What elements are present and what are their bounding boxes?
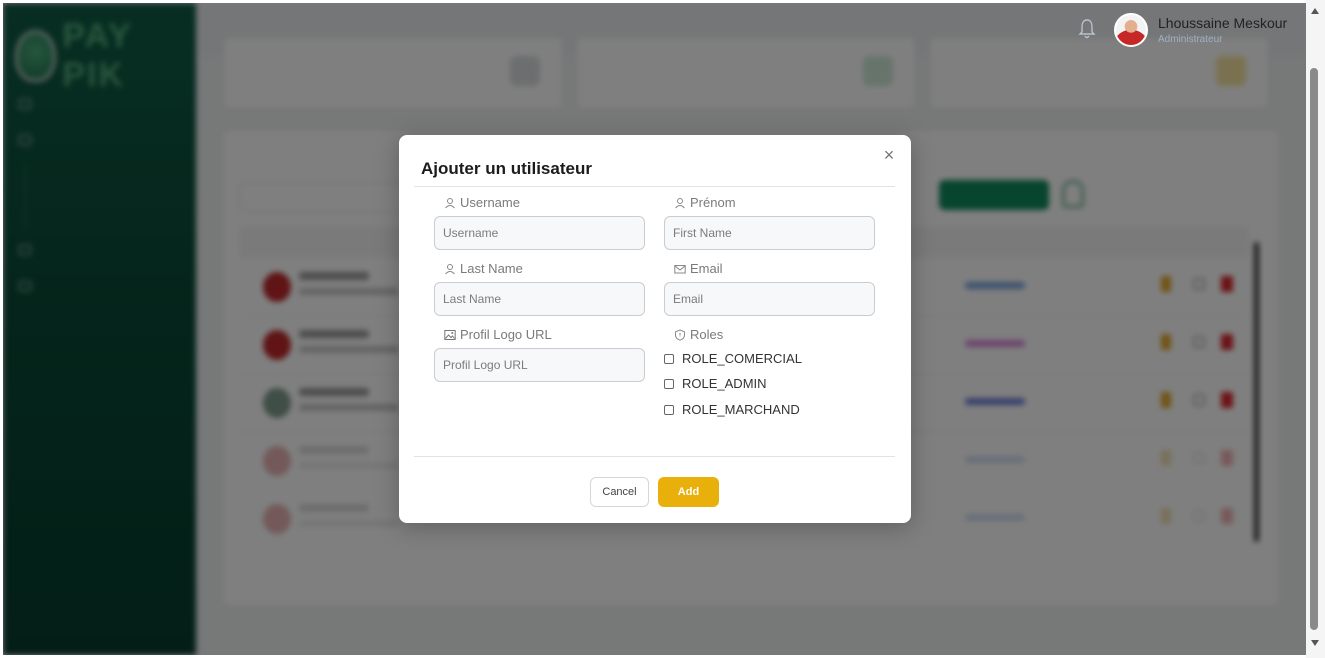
username-label-text: Username	[460, 195, 520, 210]
add-button[interactable]: Add	[658, 477, 719, 507]
prenom-label: Prénom	[674, 195, 736, 210]
scroll-up-arrow-icon[interactable]	[1311, 8, 1319, 14]
profil-logo-url-label-text: Profil Logo URL	[460, 327, 552, 342]
divider	[414, 186, 895, 187]
app-window: PAY PIK	[3, 3, 1306, 655]
user-icon	[445, 197, 455, 208]
user-role: Administrateur	[1158, 34, 1223, 45]
first-name-input[interactable]	[664, 216, 875, 250]
scroll-down-arrow-icon[interactable]	[1311, 640, 1319, 646]
role-option-marchand[interactable]: ROLE_MARCHAND	[664, 402, 800, 417]
add-user-modal: Ajouter un utilisateur × Username Prénom…	[399, 135, 911, 523]
role-comercial-checkbox[interactable]	[664, 353, 674, 364]
role-marchand-checkbox[interactable]	[664, 404, 674, 415]
cancel-button[interactable]: Cancel	[590, 477, 649, 507]
scrollbar-thumb[interactable]	[1310, 68, 1318, 630]
header: Lhoussaine Meskour Administrateur	[196, 3, 1306, 55]
user-icon	[675, 197, 685, 208]
roles-label: Roles	[674, 327, 723, 342]
username-label: Username	[444, 195, 520, 210]
email-label-text: Email	[690, 261, 723, 276]
envelope-icon	[674, 264, 686, 273]
role-marchand-label: ROLE_MARCHAND	[682, 402, 800, 417]
modal-title: Ajouter un utilisateur	[421, 159, 592, 178]
role-option-admin[interactable]: ROLE_ADMIN	[664, 376, 767, 391]
image-icon	[444, 329, 456, 340]
role-option-comercial[interactable]: ROLE_COMERCIAL	[664, 351, 802, 366]
divider	[414, 456, 895, 457]
last-name-label: Last Name	[444, 261, 523, 276]
page-scrollbar[interactable]	[1306, 0, 1325, 658]
role-comercial-label: ROLE_COMERCIAL	[682, 351, 802, 366]
user-name: Lhoussaine Meskour	[1158, 15, 1288, 31]
profil-logo-url-label: Profil Logo URL	[444, 327, 552, 342]
shield-icon	[675, 328, 685, 341]
profil-logo-url-input[interactable]	[434, 348, 645, 382]
role-admin-checkbox[interactable]	[664, 378, 674, 389]
email-input[interactable]	[664, 282, 875, 316]
avatar[interactable]	[1114, 13, 1148, 47]
last-name-label-text: Last Name	[460, 261, 523, 276]
email-label: Email	[674, 261, 723, 276]
last-name-input[interactable]	[434, 282, 645, 316]
username-input[interactable]	[434, 216, 645, 250]
user-icon	[445, 263, 455, 274]
prenom-label-text: Prénom	[690, 195, 736, 210]
roles-label-text: Roles	[690, 327, 724, 342]
role-admin-label: ROLE_ADMIN	[682, 376, 767, 391]
close-icon[interactable]: ×	[881, 146, 897, 164]
bell-icon[interactable]	[1078, 18, 1096, 40]
